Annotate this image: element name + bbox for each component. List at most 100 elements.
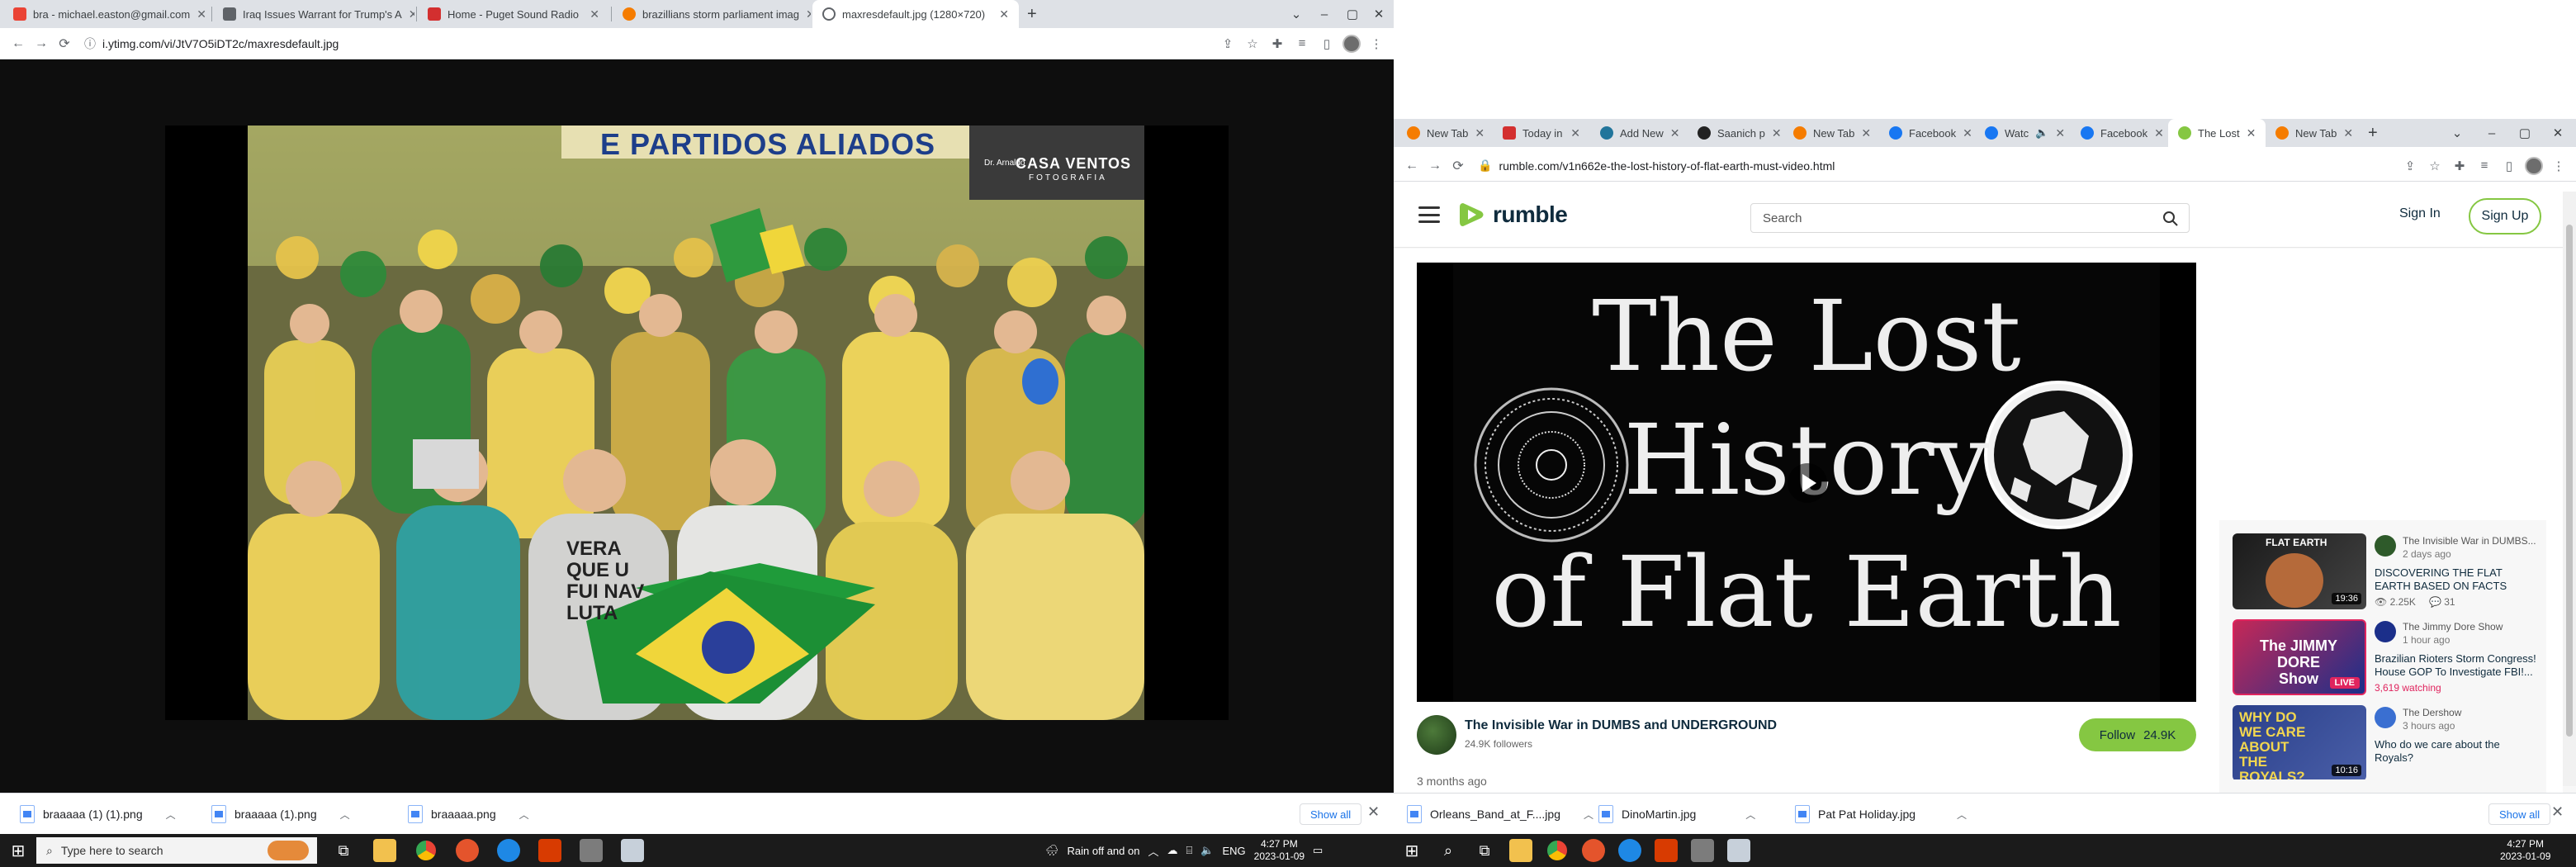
url-field[interactable]: 🔒 rumble.com/v1n662e-the-lost-history-of… <box>1470 154 2398 178</box>
close-icon[interactable]: ✕ <box>1670 126 1680 140</box>
side-panel-icon[interactable]: ▯ <box>2497 154 2522 178</box>
volume-icon[interactable]: 🔈 <box>1200 844 1214 857</box>
close-icon[interactable]: ✕ <box>2247 126 2256 140</box>
share-icon[interactable]: ⇪ <box>2398 154 2422 178</box>
close-icon[interactable]: ✕ <box>409 7 414 21</box>
sign-up-button[interactable]: Sign Up <box>2469 198 2541 235</box>
notepad-icon[interactable] <box>621 839 644 862</box>
tab-maxresdefault[interactable]: maxresdefault.jpg (1280×720) ✕ <box>812 0 1019 28</box>
menu-kebab-icon[interactable]: ⋮ <box>1364 32 1389 55</box>
profile-avatar[interactable] <box>2522 154 2546 178</box>
bookmark-star-icon[interactable]: ☆ <box>1240 32 1265 55</box>
video-thumbnail[interactable]: WHY DO WE CARE ABOUT THE ROYALS? 10:16 <box>2233 705 2366 779</box>
chevron-up-icon[interactable]: ︿ <box>1745 808 1755 822</box>
close-window-button[interactable]: ✕ <box>2541 119 2574 147</box>
rumble-logo[interactable]: rumble <box>1458 200 1568 230</box>
office-icon[interactable] <box>1655 839 1678 862</box>
side-panel-icon[interactable]: ▯ <box>1314 32 1339 55</box>
task-view-icon[interactable]: ⧉ <box>332 839 355 862</box>
url-field[interactable]: ⓘ i.ytimg.com/vi/JtV7O5iDT2c/maxresdefau… <box>76 32 1215 55</box>
close-icon[interactable]: ✕ <box>1772 126 1782 140</box>
channel-name[interactable]: The Dershow <box>2403 707 2540 718</box>
channel-avatar[interactable] <box>2375 621 2396 642</box>
menu-kebab-icon[interactable]: ⋮ <box>2546 154 2571 178</box>
file-explorer-icon[interactable] <box>1509 839 1532 862</box>
app-icon[interactable] <box>580 839 603 862</box>
tab-gmail[interactable]: bra - michael.easton@gmail.com ✕ <box>3 0 210 28</box>
tab-add-new[interactable]: Add New ✕ <box>1590 119 1688 147</box>
tab-facebook[interactable]: Facebook ✕ <box>2071 119 2168 147</box>
forward-icon[interactable]: → <box>1423 154 1447 178</box>
channel-name[interactable]: The Invisible War in DUMBS and UNDERGROU… <box>1465 718 1777 733</box>
tab-iraq-warrant[interactable]: Iraq Issues Warrant for Trump's A ✕ <box>213 0 414 28</box>
protest-crowd-photo[interactable]: E PARTIDOS ALIADOS Dr. Arnaldo CASA VENT… <box>248 126 1144 720</box>
chevron-up-icon[interactable]: ︿ <box>1957 808 1967 822</box>
tab-search-icon[interactable]: ⌄ <box>2441 119 2474 147</box>
bookmark-star-icon[interactable]: ☆ <box>2422 154 2447 178</box>
show-all-downloads-button[interactable]: Show all <box>1300 803 1362 825</box>
channel-avatar[interactable] <box>2375 707 2396 728</box>
search-icon[interactable] <box>2162 211 2179 227</box>
new-tab-button[interactable]: + <box>2361 119 2389 147</box>
windows-start-icon[interactable]: ⊞ <box>7 839 30 862</box>
reload-icon[interactable]: ⟳ <box>1447 154 1470 178</box>
rumble-search-input[interactable]: Search <box>1750 203 2190 233</box>
channel-name[interactable]: The Invisible War in DUMBS... <box>2403 535 2540 547</box>
cloud-icon[interactable]: ☁ <box>1167 844 1177 857</box>
download-item[interactable]: DinoMartin.jpg ︿ <box>1598 794 1755 835</box>
tab-new-tab[interactable]: New Tab ✕ <box>2266 119 2361 147</box>
channel-name[interactable]: The Jimmy Dore Show <box>2403 621 2540 632</box>
page-scrollbar[interactable] <box>2563 192 2576 786</box>
tab-facebook[interactable]: Facebook ✕ <box>1879 119 1975 147</box>
edge-icon[interactable] <box>1618 839 1641 862</box>
close-icon[interactable]: ✕ <box>590 7 599 21</box>
close-window-button[interactable]: ✕ <box>1362 0 1395 28</box>
chevron-up-icon[interactable]: ︿ <box>1148 843 1158 859</box>
share-icon[interactable]: ⇪ <box>1215 32 1240 55</box>
video-title[interactable]: DISCOVERING THE FLAT EARTH BASED ON FACT… <box>2375 566 2540 593</box>
firefox-icon[interactable] <box>456 839 479 862</box>
scrollbar-thumb[interactable] <box>2566 225 2573 737</box>
notepad-icon[interactable] <box>1727 839 1750 862</box>
chevron-up-icon[interactable]: ︿ <box>166 808 176 822</box>
reading-list-icon[interactable]: ≡ <box>2472 154 2497 178</box>
channel-avatar[interactable] <box>1417 715 1456 755</box>
tab-new-tab[interactable]: New Tab ✕ <box>1783 119 1879 147</box>
office-icon[interactable] <box>538 839 561 862</box>
recommended-item[interactable]: FLAT EARTH 19:36 The Invisible War in DU… <box>2233 533 2540 613</box>
tab-watch[interactable]: Watc 🔈 ✕ <box>1975 119 2071 147</box>
audio-playing-icon[interactable]: 🔈 <box>2035 126 2048 140</box>
maximize-button[interactable]: ▢ <box>2508 119 2541 147</box>
clock[interactable]: 4:27 PM 2023-01-09 <box>1254 838 1305 863</box>
chevron-up-icon[interactable]: ︿ <box>1584 808 1593 822</box>
language-indicator[interactable]: ENG <box>1222 845 1245 857</box>
back-icon[interactable]: ← <box>1400 154 1423 178</box>
task-view-icon[interactable]: ⧉ <box>1473 839 1496 862</box>
tab-puget-sound[interactable]: Home - Puget Sound Radio ✕ <box>418 0 609 28</box>
chrome-icon[interactable] <box>414 839 438 862</box>
sign-in-link[interactable]: Sign In <box>2399 206 2441 221</box>
video-title[interactable]: Who do we care about the Royals? <box>2375 738 2540 765</box>
info-icon[interactable]: ⓘ <box>84 36 96 52</box>
close-icon[interactable]: ✕ <box>197 7 206 21</box>
download-item[interactable]: braaaaa (1).png ︿ <box>211 794 350 835</box>
minimize-button[interactable]: – <box>2475 119 2508 147</box>
close-icon[interactable]: ✕ <box>806 7 811 21</box>
close-shelf-icon[interactable]: ✕ <box>1367 803 1380 821</box>
reading-list-icon[interactable]: ≡ <box>1290 32 1314 55</box>
windows-start-icon[interactable]: ⊞ <box>1400 839 1423 862</box>
taskbar-search[interactable]: ⌕ Type here to search <box>36 837 317 864</box>
notification-icon[interactable]: ▭ <box>1313 844 1323 857</box>
file-explorer-icon[interactable] <box>373 839 396 862</box>
clock[interactable]: 4:27 PM 2023-01-09 <box>2500 838 2550 863</box>
play-icon[interactable] <box>1787 462 1828 504</box>
chevron-up-icon[interactable]: ︿ <box>340 808 350 822</box>
tab-new-tab[interactable]: New Tab ✕ <box>1397 119 1493 147</box>
tab-rumble-lost-history[interactable]: The Lost ✕ <box>2168 119 2266 147</box>
profile-avatar[interactable] <box>1339 32 1364 55</box>
firefox-icon[interactable] <box>1582 839 1605 862</box>
close-icon[interactable]: ✕ <box>1861 126 1871 140</box>
tab-today-in[interactable]: Today in ✕ <box>1493 119 1590 147</box>
extensions-icon[interactable]: ✚ <box>2447 154 2472 178</box>
weather-text[interactable]: Rain off and on <box>1068 845 1140 857</box>
